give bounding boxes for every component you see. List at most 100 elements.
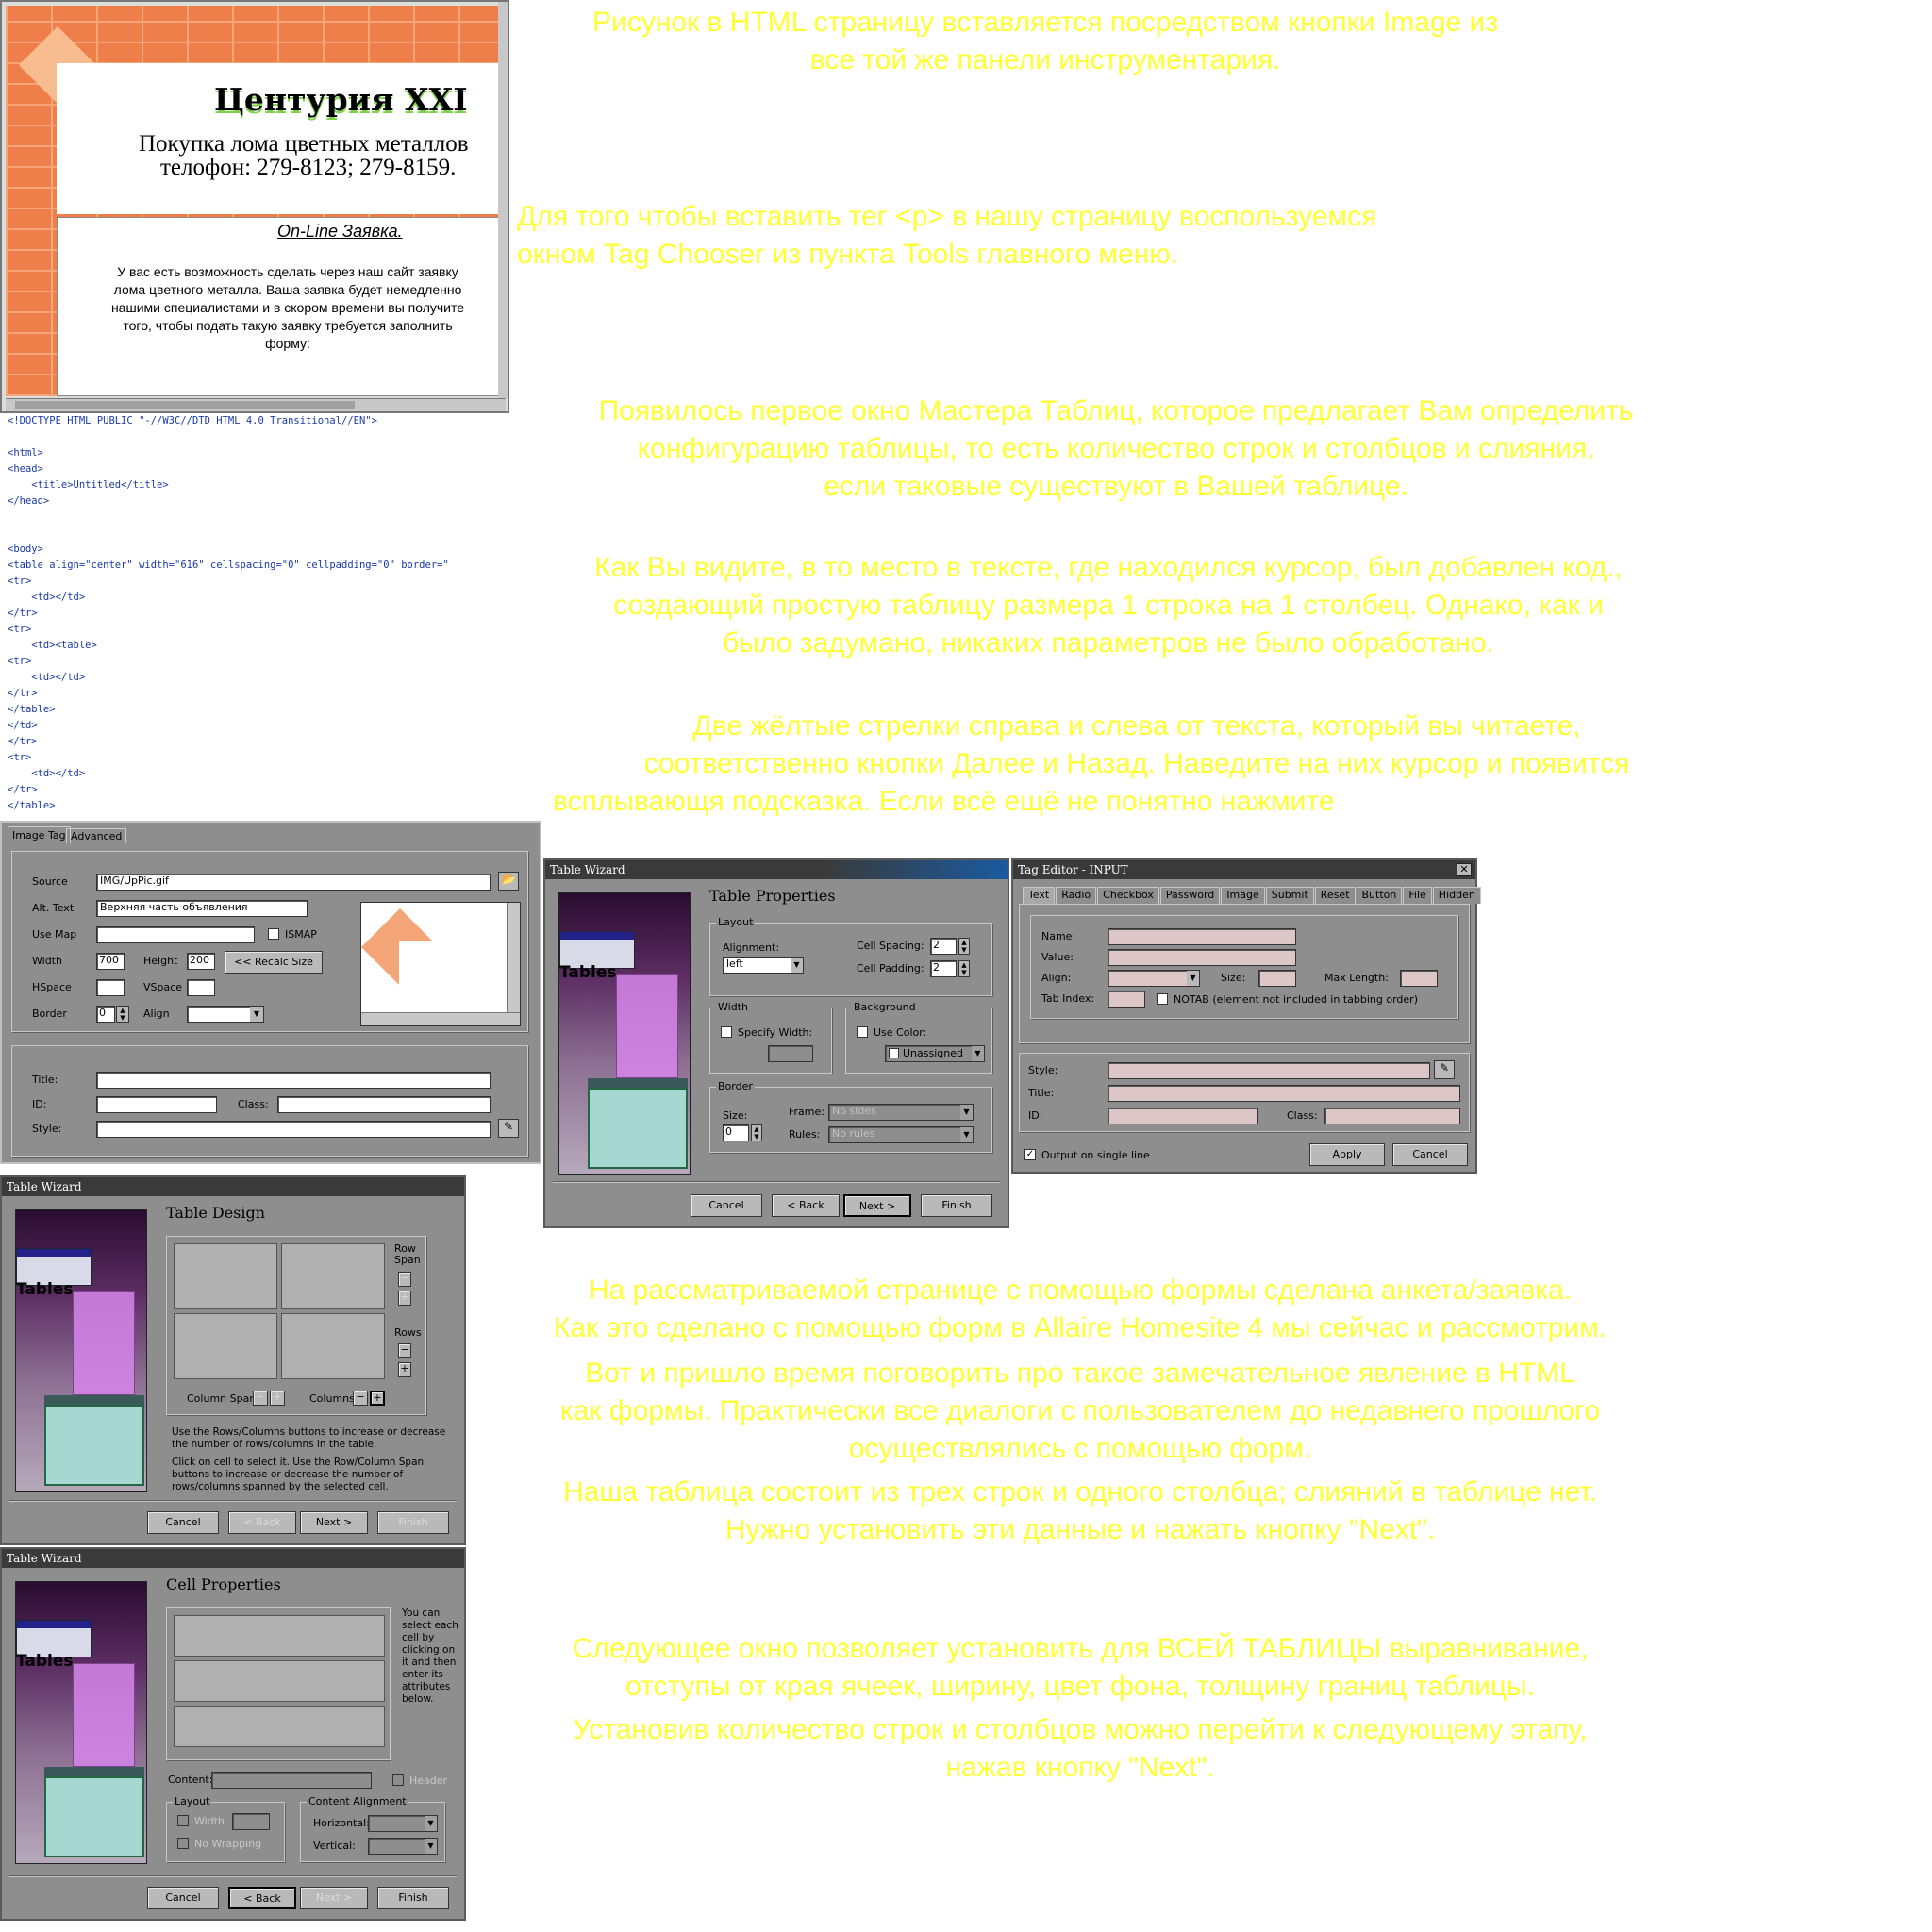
value-field[interactable] <box>1108 949 1296 966</box>
html-source[interactable]: <!DOCTYPE HTML PUBLIC "-//W3C//DTD HTML … <box>8 413 508 809</box>
usemap-field[interactable] <box>96 926 255 943</box>
border-field[interactable]: 0 <box>96 1006 115 1023</box>
vertical-select[interactable]: ▼ <box>368 1838 438 1855</box>
tab-file[interactable]: File <box>1403 887 1432 904</box>
cell-width-field[interactable] <box>232 1813 270 1830</box>
height-field[interactable]: 200 <box>187 953 215 970</box>
cancel-button[interactable]: Cancel <box>147 1511 219 1534</box>
width-checkbox[interactable] <box>177 1815 189 1826</box>
tab-advanced[interactable]: Advanced <box>66 828 127 843</box>
source-field[interactable]: IMG/UpPic.gif <box>96 874 491 891</box>
border-size-field[interactable]: 0 <box>723 1124 749 1141</box>
frame-select[interactable]: No sides ▼ <box>828 1104 974 1121</box>
alt-text-field[interactable]: Верхняя часть объявления <box>96 900 308 917</box>
class-field[interactable] <box>1324 1108 1460 1124</box>
specify-width-checkbox[interactable] <box>721 1026 732 1038</box>
back-button[interactable]: < Back <box>772 1194 840 1217</box>
col-span-increase-button[interactable]: + <box>270 1391 285 1406</box>
table-cell[interactable] <box>174 1313 277 1379</box>
color-select[interactable]: Unassigned ▼ <box>885 1045 985 1062</box>
finish-button[interactable]: Finish <box>377 1887 449 1909</box>
title-field[interactable] <box>96 1072 491 1089</box>
tab-image-tag[interactable]: Image Tag <box>8 826 71 843</box>
name-field[interactable] <box>1108 928 1296 945</box>
tab-text[interactable]: Text <box>1023 887 1056 904</box>
back-button[interactable]: < Back <box>228 1887 296 1909</box>
use-color-checkbox[interactable] <box>857 1026 868 1038</box>
id-field[interactable] <box>96 1096 217 1113</box>
table-cell[interactable] <box>281 1243 385 1309</box>
style-editor-icon[interactable]: ✎ <box>1434 1060 1455 1079</box>
cell-spacing-spinner[interactable]: ▲ ▼ <box>958 938 970 955</box>
alignment-select[interactable]: left ▼ <box>723 957 804 974</box>
ismap-checkbox[interactable] <box>268 928 279 940</box>
row-span-increase-button[interactable]: + <box>398 1291 411 1306</box>
horizontal-scrollbar[interactable] <box>6 398 506 411</box>
notab-checkbox[interactable] <box>1157 993 1168 1005</box>
columns-decrease-button[interactable]: − <box>353 1391 368 1406</box>
style-field[interactable] <box>1108 1062 1430 1079</box>
rows-decrease-button[interactable]: − <box>398 1343 411 1358</box>
no-wrapping-checkbox[interactable] <box>177 1838 189 1849</box>
rules-select[interactable]: No rules ▼ <box>828 1126 974 1143</box>
table-cell[interactable] <box>281 1313 385 1379</box>
cancel-button[interactable]: Cancel <box>691 1194 762 1217</box>
align-select[interactable]: ▼ <box>1108 970 1200 987</box>
size-field[interactable] <box>1258 970 1296 987</box>
close-icon[interactable]: ✕ <box>1457 863 1472 876</box>
table-cell[interactable] <box>174 1660 385 1702</box>
style-editor-icon[interactable]: ✎ <box>498 1119 519 1138</box>
next-button[interactable]: Next > <box>300 1511 368 1534</box>
align-select[interactable]: ▼ <box>187 1006 264 1023</box>
class-field[interactable] <box>277 1096 491 1113</box>
border-size-spinner[interactable]: ▲ ▼ <box>751 1124 762 1141</box>
content-field[interactable] <box>211 1772 372 1789</box>
cell-padding-field[interactable]: 2 <box>930 960 957 977</box>
border-spinner[interactable]: ▲ ▼ <box>116 1006 129 1023</box>
cancel-button[interactable]: Cancel <box>1392 1143 1468 1166</box>
horizontal-select[interactable]: ▼ <box>368 1815 438 1832</box>
tab-reset[interactable]: Reset <box>1314 887 1356 904</box>
preview-scrollbar-v[interactable] <box>507 903 520 1014</box>
style-field[interactable] <box>96 1121 491 1138</box>
rows-increase-button[interactable]: + <box>398 1362 411 1377</box>
header-checkbox[interactable] <box>392 1774 404 1786</box>
row-span-decrease-button[interactable]: − <box>398 1272 411 1287</box>
tab-radio[interactable]: Radio <box>1056 887 1097 904</box>
tab-index-field[interactable] <box>1108 991 1145 1008</box>
tab-password[interactable]: Password <box>1159 887 1221 904</box>
hspace-field[interactable] <box>96 979 125 996</box>
cell-spacing-field[interactable]: 2 <box>930 938 957 955</box>
online-request-link[interactable]: On-Line Заявка. <box>277 222 403 242</box>
back-button[interactable]: < Back <box>228 1511 296 1534</box>
code-line: <tr> <box>8 624 32 635</box>
next-button[interactable]: Next > <box>843 1194 911 1217</box>
browse-folder-icon[interactable]: 📂 <box>498 872 519 891</box>
output-single-line-checkbox[interactable]: ✓ <box>1024 1149 1036 1160</box>
table-cell[interactable] <box>174 1706 385 1747</box>
tab-checkbox[interactable]: Checkbox <box>1097 887 1159 904</box>
title-field[interactable] <box>1108 1085 1460 1102</box>
id-field[interactable] <box>1108 1108 1258 1124</box>
tab-button[interactable]: Button <box>1356 887 1403 904</box>
finish-button[interactable]: Finish <box>377 1511 449 1534</box>
tab-image[interactable]: Image <box>1221 887 1265 904</box>
tab-submit[interactable]: Submit <box>1265 887 1314 904</box>
cancel-button[interactable]: Cancel <box>147 1887 219 1909</box>
columns-increase-button[interactable]: + <box>370 1391 385 1406</box>
max-length-field[interactable] <box>1400 970 1438 987</box>
cell-padding-spinner[interactable]: ▲ ▼ <box>958 960 970 977</box>
table-cell[interactable] <box>174 1615 385 1657</box>
preview-scrollbar-h[interactable] <box>361 1012 520 1025</box>
col-span-decrease-button[interactable]: − <box>253 1391 268 1406</box>
vspace-field[interactable] <box>187 979 215 996</box>
table-cell[interactable] <box>174 1243 277 1309</box>
apply-button[interactable]: Apply <box>1309 1143 1385 1166</box>
tab-hidden[interactable]: Hidden <box>1432 887 1481 904</box>
recalc-size-button[interactable]: << Recalc Size <box>225 951 323 974</box>
next-button[interactable]: Next > <box>300 1887 368 1909</box>
width-field[interactable] <box>768 1045 813 1062</box>
vertical-scrollbar[interactable] <box>498 2 508 398</box>
finish-button[interactable]: Finish <box>921 1194 992 1217</box>
width-field[interactable]: 700 <box>96 953 125 970</box>
